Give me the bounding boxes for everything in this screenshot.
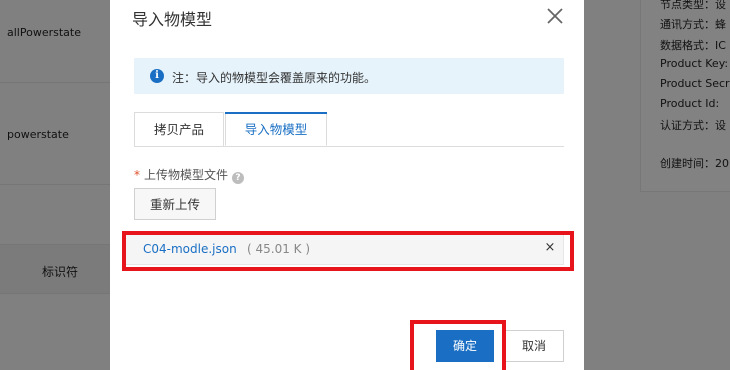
import-model-dialog: 导入物模型 i 注：导入的物模型会覆盖原来的功能。 拷贝产品 导入物模型 * 上传…	[110, 0, 584, 370]
table-row: allPowerstate	[0, 0, 110, 83]
background-table: allPowerstate powerstate 标识符	[0, 0, 110, 370]
import-source-tabs: 拷贝产品 导入物模型	[134, 112, 564, 147]
identifier-cell: powerstate	[7, 128, 69, 141]
upload-field-text: 上传物模型文件	[144, 168, 229, 182]
info-icon: i	[150, 69, 164, 83]
remove-file-close-icon[interactable]: ×	[543, 240, 557, 256]
notice-text: 注：导入的物模型会覆盖原来的功能。	[172, 71, 377, 85]
upload-field-label: * 上传物模型文件?	[134, 166, 245, 184]
detail-line: Product Id:	[660, 97, 720, 110]
table-row: powerstate	[0, 84, 110, 185]
question-circle-icon[interactable]: ?	[232, 172, 245, 184]
detail-line: 数据格式：IC	[660, 39, 726, 52]
cancel-button[interactable]: 取消	[504, 330, 564, 362]
table-header: 标识符	[0, 244, 110, 294]
overwrite-notice: i 注：导入的物模型会覆盖原来的功能。	[134, 58, 564, 94]
close-icon	[547, 8, 563, 24]
file-size: ( 45.01 K )	[247, 242, 311, 256]
dialog-title: 导入物模型	[132, 10, 213, 29]
detail-line: Product Key:	[660, 57, 729, 70]
detail-line: 节点类型：设	[660, 0, 726, 11]
tab-copy-product[interactable]: 拷贝产品	[134, 112, 224, 146]
confirm-button[interactable]: 确定	[436, 330, 494, 362]
required-mark: *	[134, 168, 140, 182]
uploaded-file-item: C04-modle.json ( 45.01 K ) ×	[124, 233, 564, 265]
close-dialog-button[interactable]	[544, 5, 566, 27]
detail-line: 认证方式：设	[660, 119, 726, 132]
tab-import-model[interactable]: 导入物模型	[225, 112, 327, 146]
identifier-cell: allPowerstate	[7, 26, 81, 39]
detail-line: Product Secre	[660, 77, 730, 90]
detail-line: 通讯方式：蜂	[660, 18, 726, 31]
identifier-column-header: 标识符	[42, 265, 79, 279]
background-product-details: 节点类型：设 通讯方式：蜂 数据格式：IC Product Key: Produ…	[584, 0, 730, 370]
reupload-button[interactable]: 重新上传	[134, 188, 216, 220]
detail-line: 创建时间：20	[660, 157, 729, 170]
file-name-link[interactable]: C04-modle.json	[143, 242, 237, 256]
